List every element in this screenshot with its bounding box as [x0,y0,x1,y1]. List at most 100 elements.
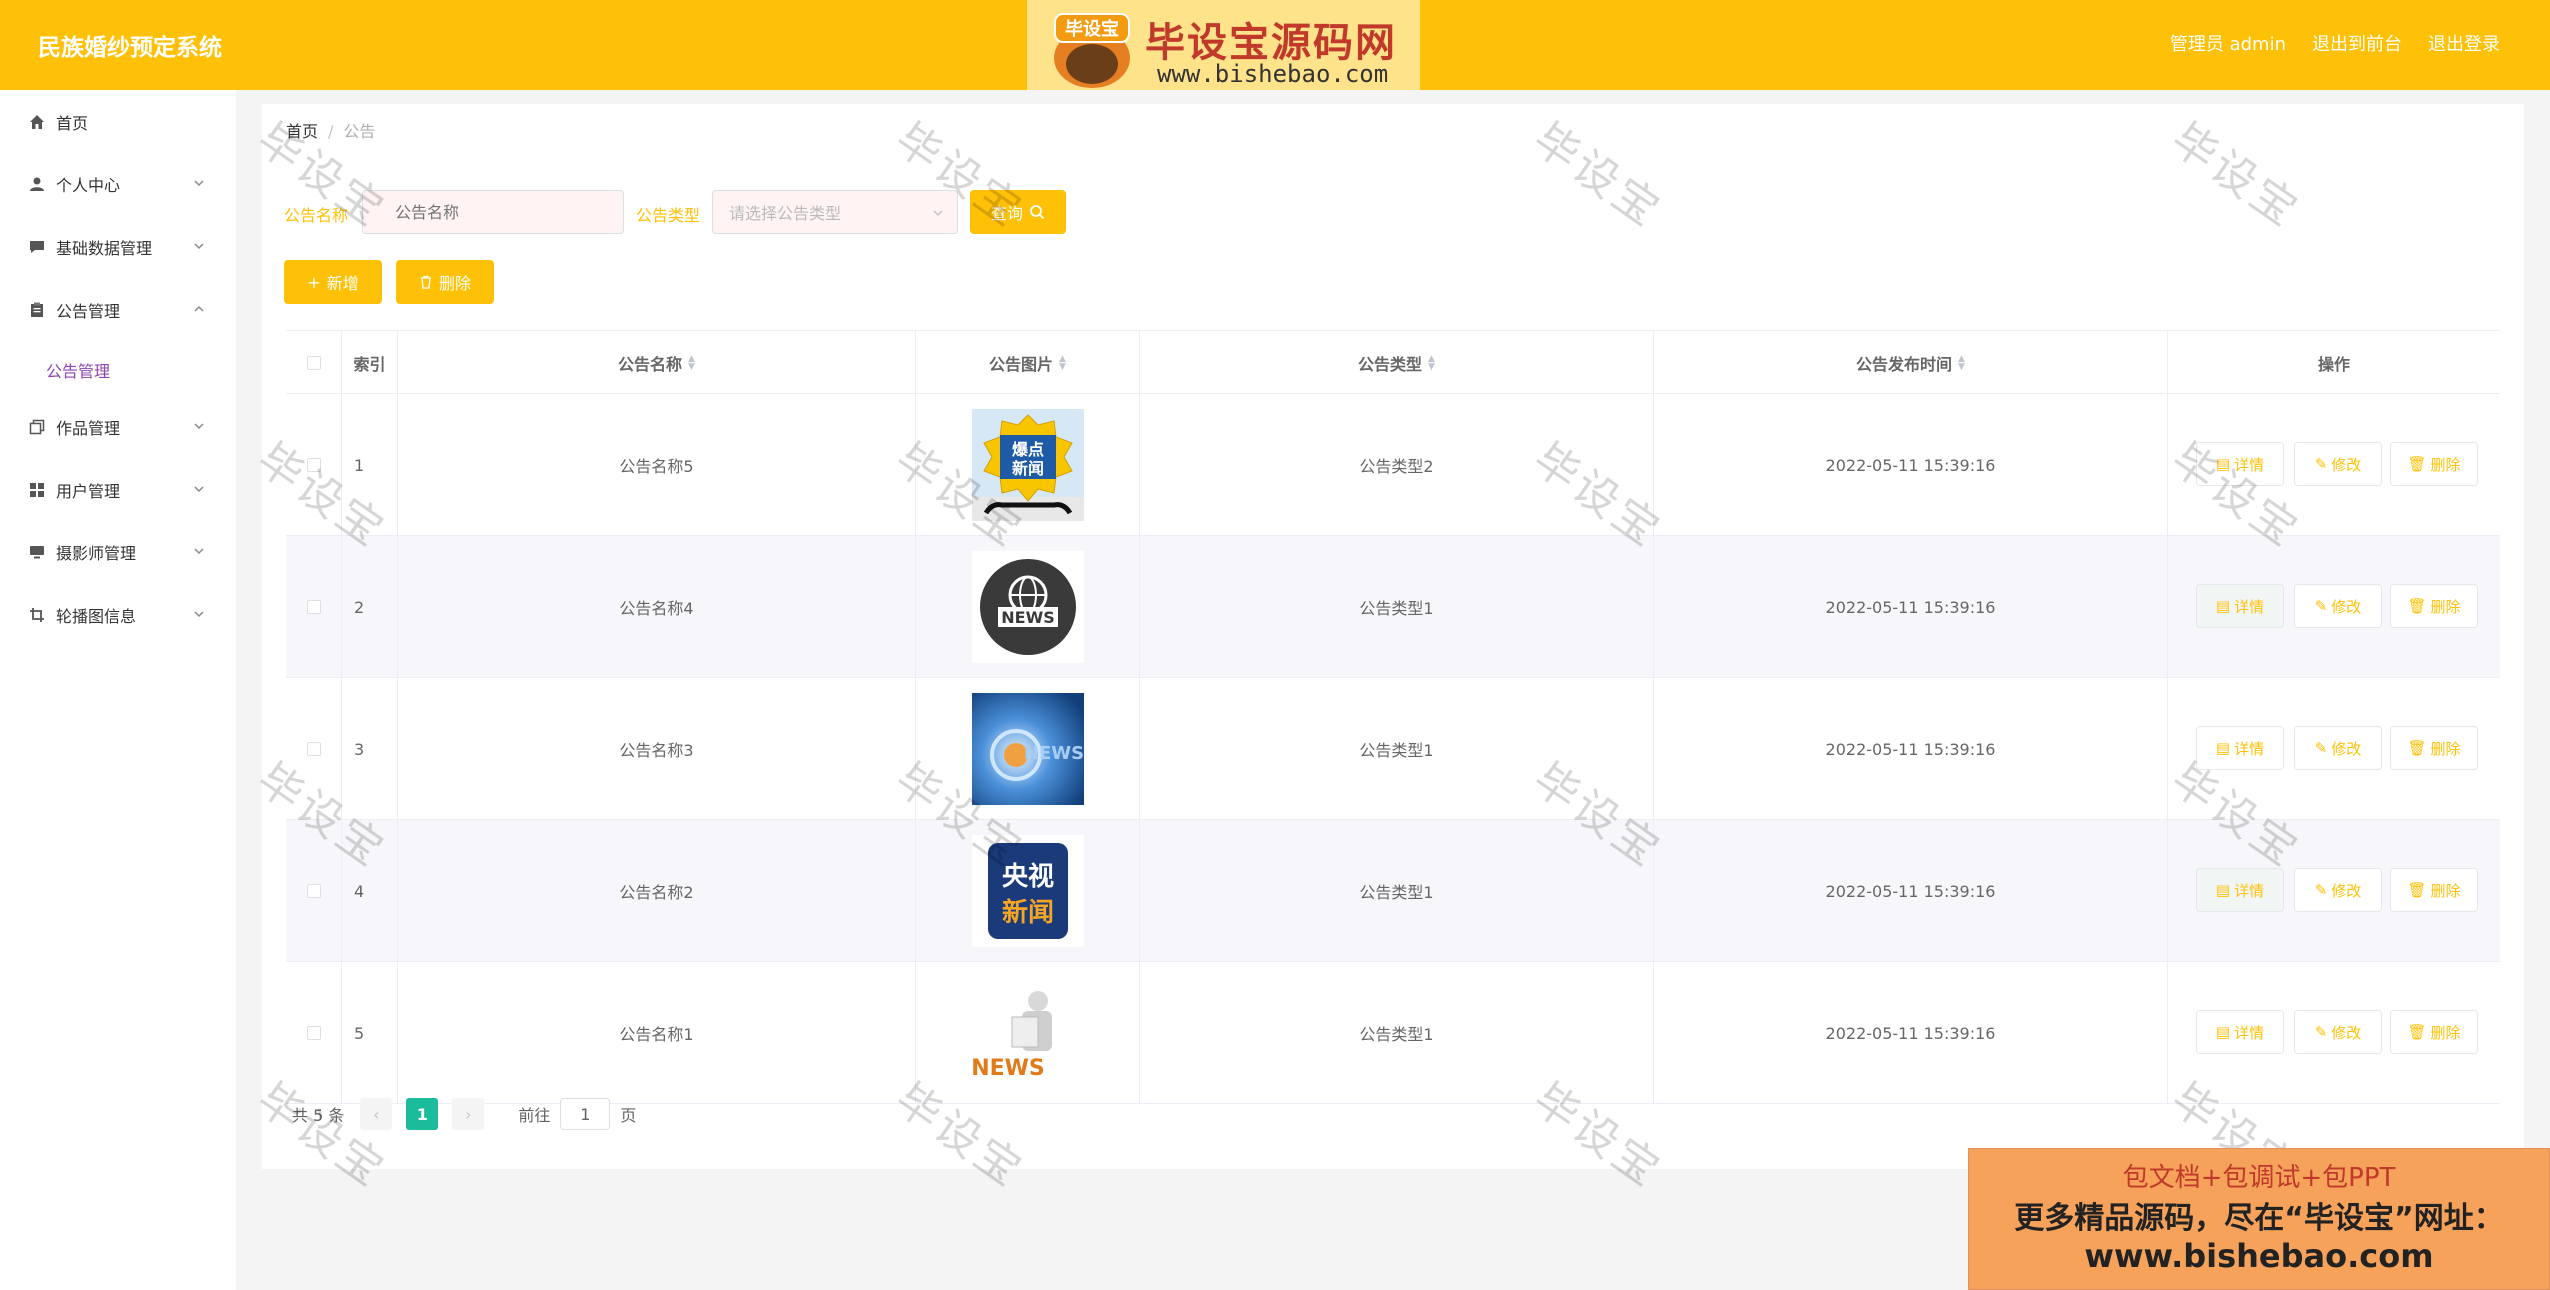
detail-button[interactable]: ▤ 详情 [2196,726,2284,770]
edit-button[interactable]: ✎ 修改 [2294,1010,2382,1054]
sidebar-subitem-notice-manage[interactable]: 公告管理 [46,358,110,382]
sidebar-item-base-data[interactable]: 基础数据管理 [0,227,236,267]
row-delete-button[interactable]: 🗑 删除 [2390,868,2478,912]
next-page-button[interactable]: › [452,1098,485,1130]
row-name: 公告名称5 [398,394,916,536]
edit-button[interactable]: ✎ 修改 [2294,442,2382,486]
delete-button[interactable]: 删除 [396,260,494,304]
crop-icon [28,606,46,624]
detail-icon: ▤ [2215,881,2231,899]
chevron-down-icon [194,548,204,555]
main-content: 首页 / 公告 公告名称 公告类型 请选择公告类型 查询 + 新增 删除 索引 公告… [262,104,2524,1169]
table-header: 索引 公告名称 ▲ ▼ 公告图片 ▲ ▼ 公告类型 ▲ ▼ 公告发布时间 ▲ ▼ 操作 [286,330,2500,395]
edit-button[interactable]: ✎ 修改 [2294,868,2382,912]
row-index: 4 [342,820,398,962]
row-delete-button[interactable]: 🗑 删除 [2390,584,2478,628]
sort-icon[interactable]: ▲ ▼ [1958,355,1965,372]
sidebar-item-works[interactable]: 作品管理 [0,407,236,447]
header-type[interactable]: 公告类型 ▲ ▼ [1140,331,1654,395]
row-index: 1 [342,394,398,536]
page-number-button[interactable]: 1 [406,1098,439,1130]
app-title: 民族婚纱预定系统 [38,35,222,61]
edit-button-label: 修改 [2331,739,2362,758]
sidebar-item-home[interactable]: 首页 [0,102,236,142]
detail-button[interactable]: ▤ 详情 [2196,442,2284,486]
detail-button-label: 详情 [2234,881,2265,900]
chevron-down-icon [194,486,204,493]
prev-page-button[interactable]: ‹ [360,1098,393,1130]
row-checkbox-cell [286,394,342,536]
header-index-label: 索引 [353,355,386,374]
promo-banner[interactable]: 包文档+包调试+包PPT 更多精品源码，尽在“毕设宝”网址： www.bishe… [1968,1148,2550,1290]
notice-thumbnail-breaking-news[interactable]: 爆点 新闻 [971,409,1084,521]
sidebar-item-users[interactable]: 用户管理 [0,470,236,510]
search-name-input[interactable] [362,190,624,234]
exit-to-front-link[interactable]: 退出到前台 [2312,30,2402,56]
row-checkbox[interactable] [306,1026,321,1040]
header-ops: 操作 [2168,331,2500,395]
row-checkbox-cell [286,820,342,962]
row-name: 公告名称4 [398,536,916,678]
notice-thumbnail-news-globe[interactable]: NEWS [971,551,1084,663]
row-type: 公告类型1 [1140,678,1654,820]
table-row: 4 公告名称2 央视 新闻 公告类型1 2022-05-11 15:39:16 … [286,820,2500,962]
row-type: 公告类型1 [1140,820,1654,962]
select-all-checkbox[interactable] [306,356,321,370]
chevron-down-icon [194,423,204,430]
sidebar: 首页 个人中心 基础数据管理 公告管理 公告管理 作品管理 用户管理 摄影师管理… [0,90,236,1290]
row-ops-cell: ▤ 详情 ✎ 修改 🗑 删除 [2168,962,2500,1104]
row-delete-button-label: 删除 [2430,597,2461,616]
sidebar-item-notice[interactable]: 公告管理 [0,290,236,330]
sidebar-item-carousel[interactable]: 轮播图信息 [0,595,236,635]
row-image-cell: 央视 新闻 [916,820,1140,962]
sidebar-item-personal[interactable]: 个人中心 [0,164,236,204]
header-type-label: 公告类型 [1358,355,1423,374]
sidebar-item-photographers[interactable]: 摄影师管理 [0,532,236,572]
row-index: 3 [342,678,398,820]
brand-badge-text: 毕设宝 [1065,18,1119,40]
query-button-label: 查询 [990,204,1023,223]
row-delete-button[interactable]: 🗑 删除 [2390,726,2478,770]
query-button[interactable]: 查询 [970,190,1066,234]
promo-line-2: 更多精品源码，尽在“毕设宝”网址： [2014,1201,2504,1236]
thumb-text: NEWS [1001,608,1055,627]
breadcrumb-home[interactable]: 首页 [286,122,318,141]
sort-icon[interactable]: ▲ ▼ [688,355,695,372]
logout-link[interactable]: 退出登录 [2428,30,2500,56]
detail-icon: ▤ [2215,1023,2231,1041]
row-checkbox[interactable] [306,884,321,898]
edit-button-label: 修改 [2331,597,2362,616]
header-time[interactable]: 公告发布时间 ▲ ▼ [1654,331,2168,395]
row-delete-button[interactable]: 🗑 删除 [2390,442,2478,486]
notice-thumbnail-news-swirl[interactable]: NEWS [971,693,1084,805]
goto-page-input[interactable] [560,1098,611,1130]
add-button[interactable]: + 新增 [284,260,382,304]
row-index: 5 [342,962,398,1104]
row-checkbox[interactable] [306,742,321,756]
header-name[interactable]: 公告名称 ▲ ▼ [398,331,916,395]
row-checkbox[interactable] [306,600,321,614]
search-type-select[interactable]: 请选择公告类型 [712,190,958,234]
user-icon [28,175,46,193]
sort-icon[interactable]: ▲ ▼ [1428,355,1435,372]
sort-icon[interactable]: ▲ ▼ [1059,355,1066,372]
detail-button[interactable]: ▤ 详情 [2196,868,2284,912]
detail-button[interactable]: ▤ 详情 [2196,1010,2284,1054]
edit-button[interactable]: ✎ 修改 [2294,726,2382,770]
notice-thumbnail-cctv-news[interactable]: 央视 新闻 [971,835,1084,947]
header-image-label: 公告图片 [989,355,1054,374]
row-delete-button[interactable]: 🗑 删除 [2390,1010,2478,1054]
admin-label[interactable]: 管理员 admin [2170,30,2286,56]
row-time: 2022-05-11 15:39:16 [1654,394,2168,536]
table-row: 5 公告名称1 NEWS 公告类型1 2022-05-11 15:39:16 ▤… [286,962,2500,1104]
pencil-icon: ✎ [2314,1023,2328,1041]
trash-icon: 🗑 [2407,881,2427,899]
detail-icon: ▤ [2215,455,2231,473]
edit-button[interactable]: ✎ 修改 [2294,584,2382,628]
row-checkbox[interactable] [306,458,321,472]
brand-logo-icon: 毕设宝 [1054,13,1130,88]
notice-thumbnail-news-figure[interactable]: NEWS [971,977,1084,1089]
detail-button[interactable]: ▤ 详情 [2196,584,2284,628]
edit-button-label: 修改 [2331,1023,2362,1042]
header-image[interactable]: 公告图片 ▲ ▼ [916,331,1140,395]
